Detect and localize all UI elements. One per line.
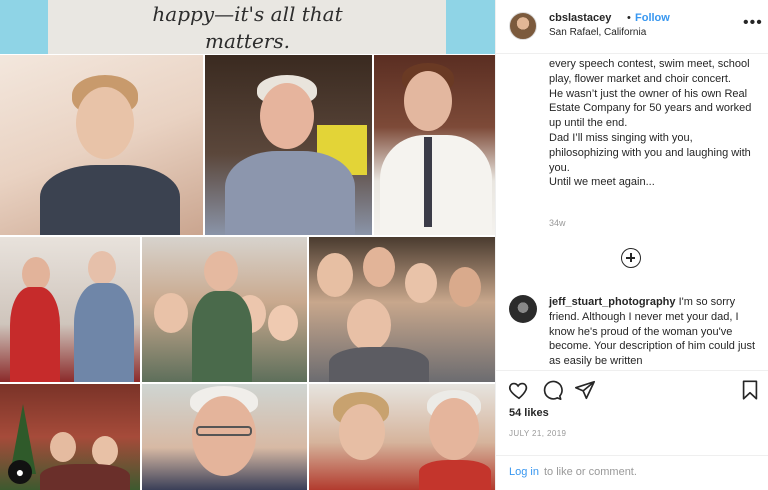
save-bookmark-icon[interactable]	[739, 379, 761, 401]
caption-age: 34w	[549, 218, 566, 228]
caption-line: Until we meet again...	[549, 176, 655, 189]
collage-photo-couple-lei	[309, 384, 495, 490]
share-paper-plane-icon[interactable]	[574, 379, 596, 401]
caption-line: Dad I’ll miss singing with you, philosop…	[549, 131, 751, 174]
login-prompt: Log in to like or comment.	[496, 455, 768, 490]
banner-text-line1: happy—it's all that	[152, 2, 343, 26]
collage-photo-dancing	[0, 237, 140, 382]
comments-list[interactable]: every speech contest, swim meet, school …	[496, 55, 768, 369]
commenter-username[interactable]: jeff_stuart_photography	[549, 296, 676, 308]
like-heart-icon[interactable]	[508, 379, 530, 401]
post-date: JULY 21, 2019	[509, 429, 567, 438]
author-username[interactable]: cbslastacey	[549, 12, 611, 24]
post-header: cbslastacey • Follow San Rafael, Califor…	[496, 0, 768, 54]
follow-button[interactable]: Follow	[635, 12, 670, 24]
load-more-comments-icon[interactable]	[621, 248, 641, 268]
caption-line: He wasn’t just the owner of his own Real…	[549, 87, 752, 130]
likes-count[interactable]: 54 likes	[509, 407, 549, 419]
collage-photo-older-man-chair	[205, 55, 372, 235]
author-avatar[interactable]	[509, 12, 537, 40]
collage-photo-family-selfie	[309, 237, 495, 382]
comment-bubble-icon[interactable]	[541, 379, 563, 401]
caption-line: every speech contest, swim meet, school …	[549, 58, 750, 85]
commenter-avatar[interactable]	[509, 295, 537, 323]
collage-photo-man-glasses	[142, 384, 307, 490]
tagged-users-icon[interactable]: ●	[8, 460, 32, 484]
collage-photo-young-man-portrait	[0, 55, 203, 235]
post-media[interactable]: happy—it's all that matters. ●	[0, 0, 495, 490]
login-link[interactable]: Log in	[509, 466, 539, 478]
post-location[interactable]: San Rafael, California	[549, 27, 646, 38]
collage-photo-man-with-tie	[374, 55, 495, 235]
collage-banner: happy—it's all that matters.	[0, 0, 495, 54]
comment-item: jeff_stuart_photography I'm so sorry fri…	[549, 295, 759, 369]
header-separator: •	[627, 12, 631, 24]
banner-text-line2: matters.	[205, 29, 290, 53]
post-actions: 54 likes JULY 21, 2019 Log in to like or…	[496, 370, 768, 490]
login-prompt-text: to like or comment.	[544, 466, 637, 478]
collage-photo-group	[142, 237, 307, 382]
more-horizontal-icon[interactable]: •••	[743, 14, 763, 32]
post-side-panel: cbslastacey • Follow San Rafael, Califor…	[495, 0, 768, 490]
post-caption: every speech contest, swim meet, school …	[549, 57, 754, 190]
